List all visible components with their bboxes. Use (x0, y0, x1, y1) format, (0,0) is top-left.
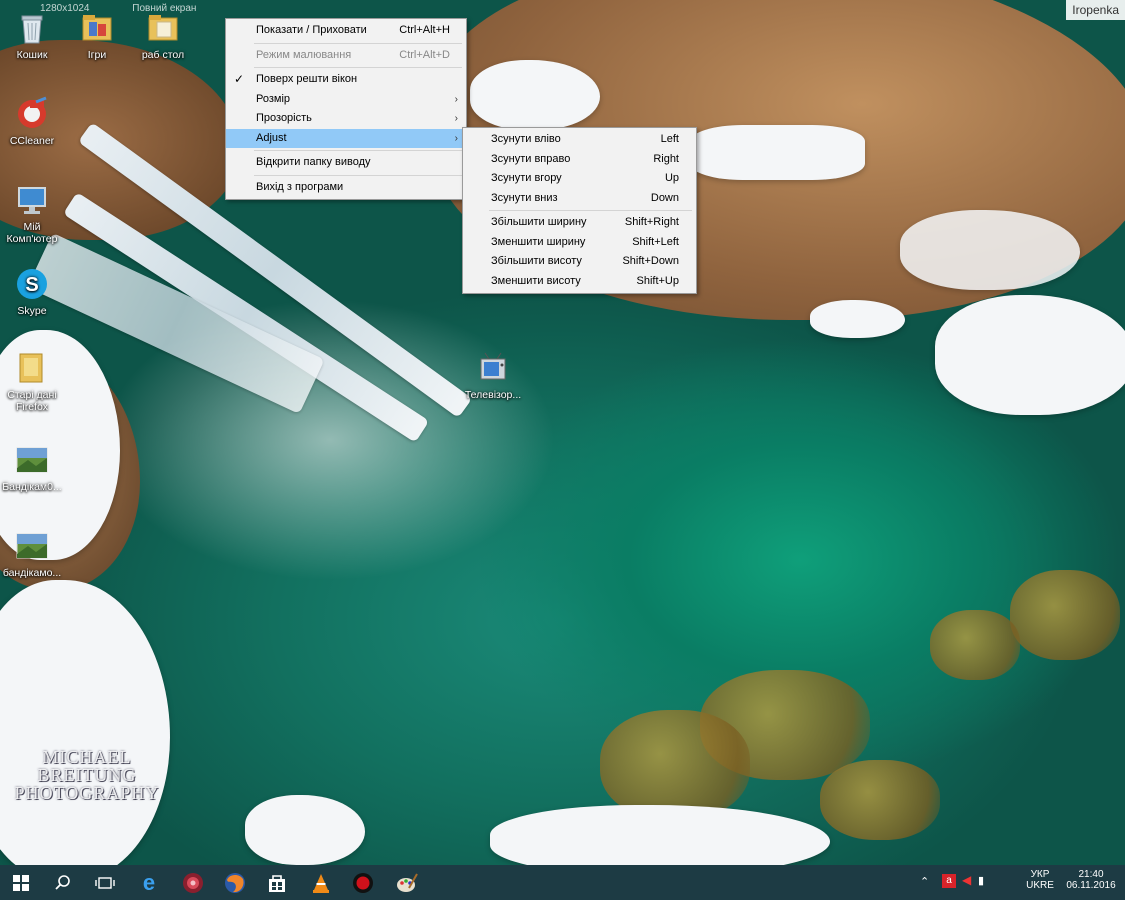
taskbar-store[interactable] (256, 865, 298, 900)
submenu-item-increase-height[interactable]: Збільшити висоту Shift+Down (463, 252, 696, 272)
snow-mound (470, 60, 600, 130)
tv-icon (475, 350, 511, 386)
menu-separator (489, 210, 692, 211)
corner-username-tag: Iropenka (1066, 0, 1125, 20)
underwater-rock (600, 710, 750, 820)
record-icon (353, 872, 373, 893)
image-file-icon (14, 528, 50, 564)
snow-mound (935, 295, 1125, 415)
submenu-item-decrease-height[interactable]: Зменшити висоту Shift+Up (463, 272, 696, 292)
chevron-right-icon: › (454, 132, 458, 144)
store-icon (269, 874, 285, 892)
skype-icon: S (14, 266, 50, 302)
firefox-icon (225, 872, 245, 893)
paint-icon (397, 873, 418, 892)
snow-mound (900, 210, 1080, 290)
desktop-icon-recycle-bin[interactable]: Кошик (0, 10, 67, 61)
menu-item-show-hide[interactable]: Показати / Приховати Ctrl+Alt+H (226, 21, 466, 41)
tray-context-menu: Показати / Приховати Ctrl+Alt+H Режим ма… (225, 18, 467, 200)
desktop-icon-games-folder[interactable]: Ігри (62, 10, 132, 61)
desktop-icon-bandicam-1[interactable]: Бандікам0... (0, 442, 67, 493)
desktop-icon-skype[interactable]: S Skype (0, 266, 67, 317)
edge-icon: e (143, 872, 155, 894)
menu-separator (254, 150, 462, 151)
menu-item-adjust[interactable]: Adjust › (226, 128, 466, 148)
antivirus-icon[interactable]: a (942, 874, 956, 888)
underwater-rock (1010, 570, 1120, 660)
vlc-icon (313, 873, 329, 893)
clock[interactable]: 21:40 06.11.2016 (1060, 865, 1122, 900)
desktop-icon-my-computer[interactable]: Мій Комп'ютер (0, 182, 67, 245)
system-tray-icons: ⌃ a ◀ ▮ (920, 865, 1000, 900)
windows-start-icon (13, 874, 29, 891)
image-file-icon (14, 442, 50, 478)
taskbar: e ⌃ a ◀ ▮ УКР UKRE 21:40 06.11.2016 (0, 865, 1125, 900)
submenu-item-decrease-width[interactable]: Зменшити ширину Shift+Left (463, 233, 696, 253)
submenu-item-increase-width[interactable]: Збільшити ширину Shift+Right (463, 213, 696, 233)
network-icon[interactable]: ▮ (978, 874, 984, 887)
task-view-icon (95, 876, 115, 889)
submenu-item-move-left[interactable]: Зсунути вліво Left (463, 130, 696, 150)
chevron-right-icon: › (454, 113, 458, 124)
desktop-wallpaper: Iropenka 1280x1024 Повний екран Кошик Іг… (0, 0, 1125, 865)
taskbar-firefox[interactable] (214, 865, 256, 900)
menu-item-transparency[interactable]: Прозорість › (226, 109, 466, 129)
desktop-icon-bandicam-2[interactable]: бандікамо... (0, 528, 67, 579)
snow-mound (245, 795, 365, 865)
menu-item-exit[interactable]: Вихід з програми (226, 178, 466, 198)
menu-separator (254, 42, 462, 44)
media-player-icon (183, 872, 203, 893)
taskbar-paint[interactable] (386, 865, 428, 900)
desktop-icon-ccleaner[interactable]: CCleaner (0, 96, 67, 147)
language-indicator[interactable]: УКР UKRE (1020, 865, 1060, 900)
menu-item-open-output-folder[interactable]: Відкрити папку виводу (226, 153, 466, 173)
adjust-submenu: Зсунути вліво Left Зсунути вправо Right … (462, 127, 697, 294)
chevron-right-icon: › (454, 93, 458, 105)
recycle-bin-icon (14, 10, 50, 46)
snow-mound (490, 805, 830, 865)
svg-text:S: S (25, 274, 38, 296)
computer-icon (14, 182, 50, 218)
folder-icon (145, 10, 181, 46)
chevron-up-icon[interactable]: ⌃ (920, 875, 929, 888)
search-button[interactable] (42, 865, 84, 900)
taskbar-edge[interactable]: e (128, 865, 170, 900)
folder-icon (14, 350, 50, 386)
underwater-rock (930, 610, 1020, 680)
underwater-rock (820, 760, 940, 840)
desktop-icon-old-firefox-data[interactable]: Старі дані Firefox (0, 350, 67, 413)
menu-item-always-on-top[interactable]: ✓ Поверх решти вікон (226, 70, 466, 90)
ccleaner-icon (14, 96, 50, 132)
folder-icon (79, 10, 115, 46)
submenu-item-move-right[interactable]: Зсунути вправо Right (463, 150, 696, 170)
menu-separator (254, 67, 462, 68)
menu-item-size[interactable]: Розмір › (226, 90, 466, 110)
desktop-icon-desktop-folder[interactable]: раб стол (128, 10, 198, 61)
checkmark-icon: ✓ (234, 72, 245, 86)
volume-muted-icon[interactable]: ◀ (962, 873, 971, 887)
menu-item-draw-mode[interactable]: Режим малювання Ctrl+Alt+D (226, 46, 466, 66)
search-icon (55, 874, 70, 890)
taskbar-recorder[interactable] (342, 865, 384, 900)
menu-separator (254, 174, 462, 176)
snow-mound (0, 580, 170, 865)
taskbar-vlc[interactable] (300, 865, 342, 900)
svg-text:e: e (143, 872, 155, 894)
submenu-item-move-up[interactable]: Зсунути вгору Up (463, 169, 696, 189)
photographer-watermark: MICHAEL BREITUNG PHOTOGRAPHY (14, 747, 160, 803)
desktop-icon-tv[interactable]: Телевізор... (458, 350, 528, 401)
start-button[interactable] (0, 865, 42, 900)
taskbar-media-player[interactable] (172, 865, 214, 900)
task-view-button[interactable] (84, 865, 126, 900)
snow-mound (690, 125, 865, 180)
snow-mound (810, 300, 905, 338)
submenu-item-move-down[interactable]: Зсунути вниз Down (463, 189, 696, 209)
